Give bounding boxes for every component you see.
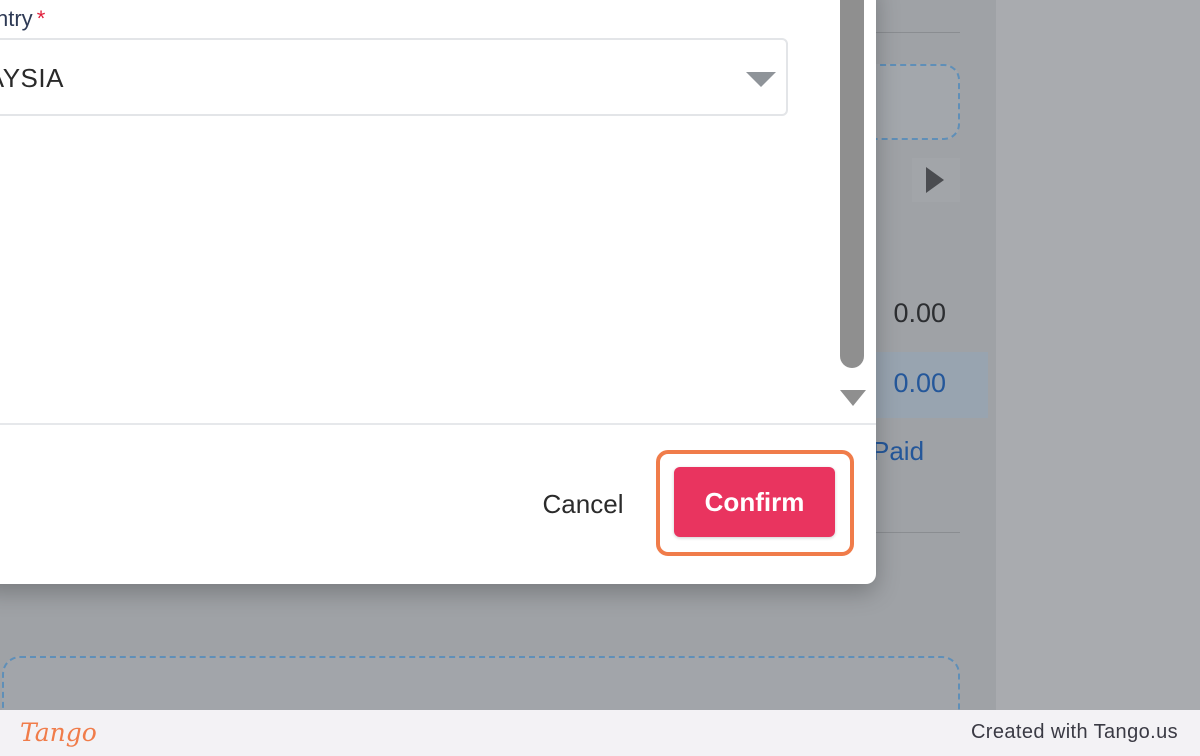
background-side-strip (996, 0, 1200, 710)
required-marker: * (36, 6, 46, 31)
country-select-value: ALAYSIA (0, 63, 64, 93)
country-label-text: ntry (0, 6, 33, 31)
confirm-button[interactable]: Confirm (674, 467, 835, 537)
tango-logo: Tango (20, 718, 97, 747)
scrollbar-thumb[interactable] (840, 0, 864, 368)
tango-credit: Created with Tango.us (970, 721, 1178, 743)
background-amount-row: 0.00 (876, 352, 988, 418)
play-icon (912, 158, 960, 202)
dialog-footer-divider (0, 423, 876, 425)
chevron-down-icon[interactable] (746, 72, 776, 87)
country-select[interactable]: ALAYSIA (0, 38, 788, 116)
scroll-down-icon[interactable] (840, 390, 866, 406)
background-amount: 0.00 (893, 298, 946, 328)
background-amount-highlighted: 0.00 (893, 368, 946, 398)
background-paid-link: Paid (872, 436, 925, 466)
background-divider (876, 32, 960, 33)
background-upload-zone (870, 64, 960, 140)
country-label: ntry * (0, 6, 45, 32)
app-screen: 0.00 0.00 Paid ntry* ALAYSIA Cancel Conf… (0, 0, 1200, 710)
background-dashed-panel (2, 656, 960, 710)
background-divider (876, 532, 960, 533)
tango-footer: Tango Created with Tango.us (0, 710, 1200, 756)
cancel-button[interactable]: Cancel (528, 480, 638, 528)
